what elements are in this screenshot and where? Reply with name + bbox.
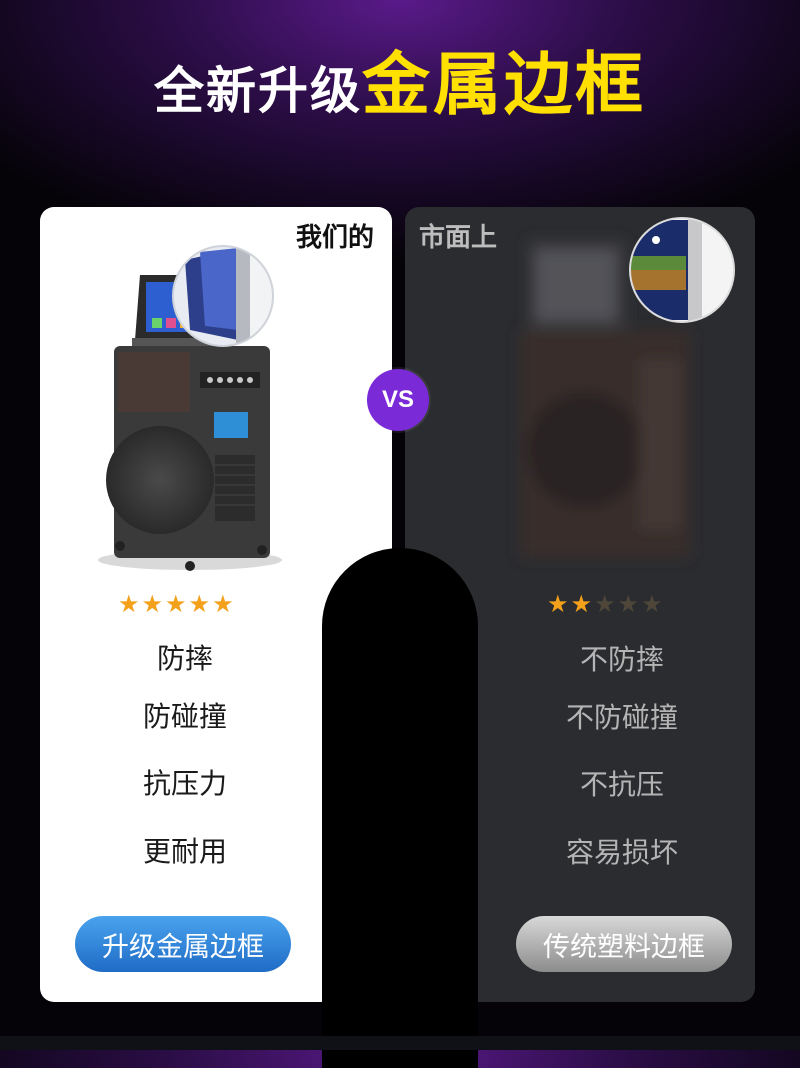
market-feature: 不防摔 (579, 643, 664, 676)
our-feature: 更耐用 (142, 835, 227, 868)
star-icon: ★ (594, 590, 616, 618)
bottom-strip (0, 1036, 800, 1050)
metal-frame-button[interactable]: 升级金属边框 (75, 916, 291, 972)
market-feature: 不防碰撞 (565, 701, 678, 734)
star-icon: ★ (188, 590, 211, 618)
market-feature: 不抗压 (579, 768, 664, 801)
star-icon: ★ (212, 590, 234, 618)
market-feature: 容易损坏 (565, 836, 678, 869)
star-icon: ★ (641, 590, 663, 618)
star-icon: ★ (617, 590, 640, 618)
market-rating-stars: ★ ★ ★ ★ ★ (547, 592, 663, 616)
our-rating-stars: ★ ★ ★ ★ ★ (118, 592, 234, 616)
star-icon: ★ (570, 590, 593, 618)
vs-badge: VS (367, 369, 429, 431)
plastic-frame-button[interactable]: 传统塑料边框 (516, 916, 732, 972)
our-feature: 防碰撞 (142, 700, 227, 733)
our-feature: 抗压力 (142, 767, 227, 800)
our-feature: 防摔 (156, 642, 213, 675)
star-icon: ★ (165, 590, 187, 618)
panel-divider-shape (322, 548, 478, 1068)
star-icon: ★ (118, 590, 140, 618)
star-icon: ★ (141, 590, 164, 618)
product-illustrations (98, 217, 735, 571)
star-icon: ★ (547, 590, 569, 618)
